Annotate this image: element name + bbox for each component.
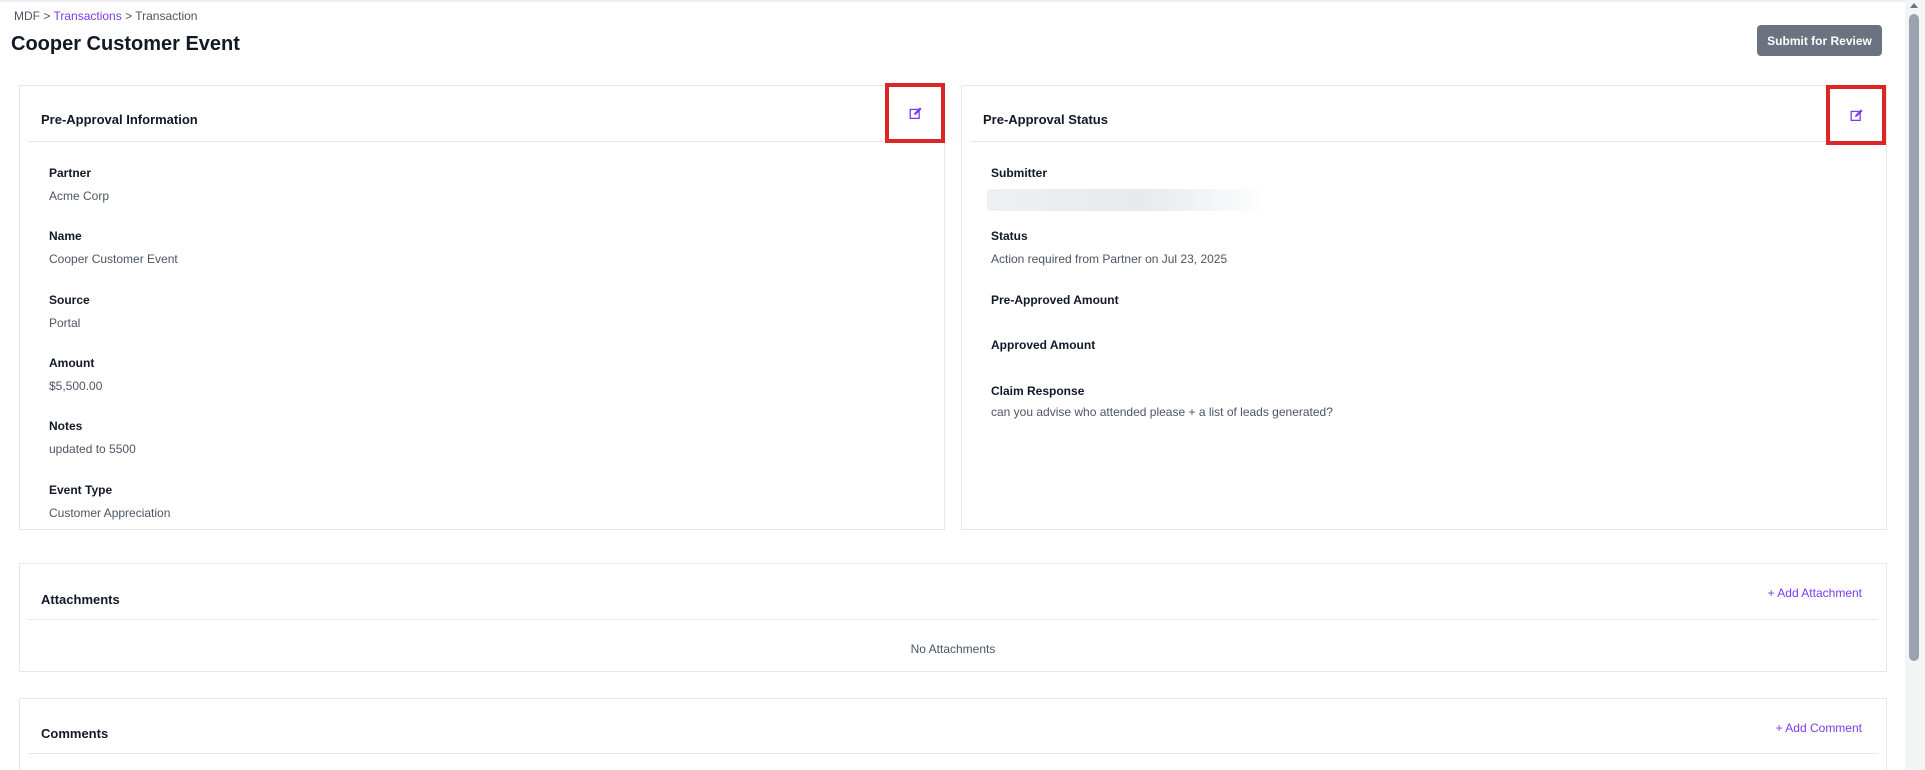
add-comment-link[interactable]: + Add Comment	[1776, 721, 1862, 735]
field-value: Acme Corp	[49, 189, 110, 203]
field-label: Status	[991, 229, 1028, 243]
card-title: Pre-Approval Information	[41, 112, 198, 127]
field-value: $5,500.00	[49, 379, 103, 393]
breadcrumb: MDF > Transactions > Transaction	[14, 9, 197, 23]
edit-icon	[1850, 108, 1863, 121]
field-label: Submitter	[991, 166, 1048, 180]
field-label: Partner	[49, 166, 92, 180]
card-divider	[28, 141, 936, 142]
card-title: Comments	[41, 726, 109, 741]
breadcrumb-separator: >	[125, 9, 133, 23]
edit-pre-approval-status-button[interactable]	[1826, 85, 1886, 145]
no-attachments-text: No Attachments	[910, 642, 996, 656]
name-field: Name Cooper Customer Event	[49, 229, 178, 266]
source-field: Source Portal	[49, 293, 90, 330]
notes-field: Notes updated to 5500	[49, 419, 136, 456]
pre-approval-information-card: Pre-Approval Information Partner Acme Co…	[19, 83, 945, 530]
breadcrumb-root: MDF	[14, 9, 40, 23]
add-attachment-link[interactable]: + Add Attachment	[1768, 586, 1862, 600]
breadcrumb-transactions-link[interactable]: Transactions	[53, 9, 121, 23]
transaction-page: MDF > Transactions > Transaction Cooper …	[0, 0, 1925, 770]
card-divider	[28, 619, 1878, 620]
card-divider	[970, 141, 1878, 142]
field-value: updated to 5500	[49, 442, 136, 456]
top-shadow	[0, 0, 1905, 3]
card-divider	[28, 753, 1878, 754]
field-label: Source	[49, 293, 90, 307]
field-value: Customer Appreciation	[49, 506, 171, 520]
field-value: Portal	[49, 316, 81, 330]
breadcrumb-current: Transaction	[135, 9, 198, 23]
page-title: Cooper Customer Event	[11, 33, 240, 55]
edit-icon	[909, 106, 922, 119]
pre-approved-amount-field: Pre-Approved Amount	[991, 293, 1119, 307]
field-label: Claim Response	[991, 384, 1085, 398]
attachments-card: Attachments + Add Attachment No Attachme…	[19, 563, 1887, 672]
pre-approval-status-card: Pre-Approval Status Submitter Status Act…	[961, 85, 1887, 530]
field-value: Cooper Customer Event	[49, 252, 178, 266]
field-value: can you advise who attended please + a l…	[991, 405, 1333, 419]
field-label: Amount	[49, 356, 95, 370]
field-label: Approved Amount	[991, 338, 1096, 352]
partner-field: Partner Acme Corp	[49, 166, 109, 203]
status-field: Status Action required from Partner on J…	[991, 229, 1227, 266]
card-title: Pre-Approval Status	[983, 112, 1108, 127]
scrollbar-thumb[interactable]	[1909, 14, 1919, 661]
card-title: Attachments	[41, 592, 120, 607]
event-type-field: Event Type Customer Appreciation	[49, 483, 170, 520]
field-label: Event Type	[49, 483, 113, 497]
field-label: Name	[49, 229, 82, 243]
approved-amount-field: Approved Amount	[991, 338, 1095, 352]
edit-pre-approval-information-button[interactable]	[885, 83, 945, 143]
amount-field: Amount $5,500.00	[49, 356, 102, 393]
field-label: Notes	[49, 419, 83, 433]
claim-response-field: Claim Response can you advise who attend…	[991, 384, 1333, 419]
field-value: Action required from Partner on Jul 23, …	[991, 252, 1228, 266]
submitter-field: Submitter	[991, 166, 1047, 180]
field-label: Pre-Approved Amount	[991, 293, 1119, 307]
submit-for-review-button[interactable]: Submit for Review	[1757, 25, 1882, 56]
breadcrumb-separator: >	[43, 9, 51, 23]
comments-card: Comments + Add Comment	[19, 698, 1887, 770]
submitter-value-redacted	[987, 189, 1267, 211]
scroll-up-icon[interactable]	[1910, 3, 1918, 8]
